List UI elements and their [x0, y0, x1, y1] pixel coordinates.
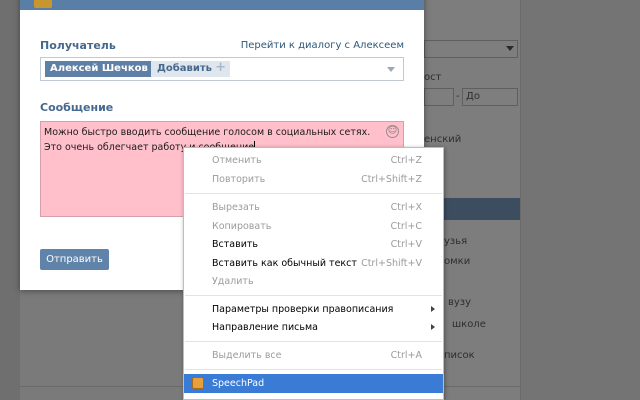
- background-text: школе: [452, 319, 486, 330]
- menu-item-shortcut: Ctrl+X: [390, 202, 422, 213]
- menu-item-label: Параметры проверки правописания: [212, 304, 394, 315]
- background-text: узья: [444, 236, 468, 247]
- recipient-chip-label: Алексей Шечков: [50, 63, 148, 74]
- menu-item-select-all[interactable]: Выделить все Ctrl+A: [184, 346, 443, 365]
- menu-separator: [185, 341, 442, 342]
- background-text: ост: [424, 72, 442, 83]
- menu-item-paste[interactable]: Вставить Ctrl+V: [184, 235, 443, 254]
- background-select-from: [424, 88, 454, 106]
- menu-item-undo[interactable]: Отменить Ctrl+Z: [184, 151, 443, 170]
- avatar: [34, 0, 52, 8]
- chevron-down-icon: [506, 46, 514, 51]
- chevron-right-icon: [431, 306, 435, 312]
- menu-item-paste-plain[interactable]: Вставить как обычный текст Ctrl+Shift+V: [184, 254, 443, 273]
- menu-item-label: Повторить: [212, 174, 266, 185]
- background-right-strip: [520, 0, 640, 400]
- menu-item-redo[interactable]: Повторить Ctrl+Shift+Z: [184, 170, 443, 189]
- message-label: Сообщение: [40, 101, 114, 114]
- smiley-icon[interactable]: ☺: [386, 125, 399, 138]
- menu-item-cut[interactable]: Вырезать Ctrl+X: [184, 198, 443, 217]
- menu-item-speechpad[interactable]: SpeechPad: [184, 374, 443, 393]
- go-to-dialog-link[interactable]: Перейти к диалогу с Алексеем: [241, 40, 404, 51]
- menu-item-spellcheck[interactable]: Параметры проверки правописания: [184, 300, 443, 319]
- menu-item-label: Выделить все: [212, 350, 282, 361]
- speechpad-icon: [192, 377, 204, 389]
- menu-item-shortcut: Ctrl+V: [390, 239, 422, 250]
- menu-item-label: Вырезать: [212, 202, 260, 213]
- menu-item-shortcut: Ctrl+C: [390, 221, 423, 232]
- menu-item-label: Вставить: [212, 239, 259, 250]
- background-select-to: До: [462, 88, 518, 106]
- background-text: енский: [424, 134, 462, 145]
- recipient-chip[interactable]: Алексей Шечков ×: [45, 61, 166, 77]
- add-recipient-label: Добавить: [157, 63, 212, 74]
- background-text: писок: [444, 350, 475, 361]
- menu-item-label: Удалить: [212, 276, 254, 287]
- plus-icon: +: [215, 60, 226, 75]
- menu-item-label: Вставить как обычный текст: [212, 258, 357, 269]
- menu-item-writing-direction[interactable]: Направление письма: [184, 318, 443, 337]
- chevron-down-icon[interactable]: [387, 67, 395, 72]
- menu-separator: [185, 369, 442, 370]
- background-text: омки: [444, 256, 471, 267]
- send-button[interactable]: Отправить: [40, 249, 109, 270]
- menu-item-copy[interactable]: Копировать Ctrl+C: [184, 217, 443, 236]
- menu-item-shortcut: Ctrl+Shift+Z: [361, 174, 422, 185]
- recipient-field[interactable]: Алексей Шечков × Добавить +: [40, 57, 404, 81]
- background-text: вузу: [448, 297, 472, 308]
- menu-item-shortcut: Ctrl+Shift+V: [361, 258, 422, 269]
- recipient-label: Получатель: [40, 39, 116, 52]
- menu-separator: [185, 193, 442, 194]
- menu-item-label: SpeechPad: [212, 378, 265, 389]
- menu-item-shortcut: Ctrl+Z: [390, 155, 422, 166]
- menu-item-label: Копировать: [212, 221, 272, 232]
- context-menu: Отменить Ctrl+Z Повторить Ctrl+Shift+Z В…: [183, 147, 444, 400]
- background-select: [424, 40, 518, 58]
- background-text: -: [456, 91, 460, 102]
- background-divider: [520, 0, 521, 400]
- chevron-right-icon: [431, 324, 435, 330]
- menu-item-shortcut: Ctrl+A: [390, 350, 422, 361]
- add-recipient-button[interactable]: Добавить +: [151, 60, 230, 77]
- menu-separator: [185, 295, 442, 296]
- menu-item-label: Направление письма: [212, 322, 318, 333]
- menu-item-delete[interactable]: Удалить: [184, 272, 443, 291]
- dialog-header: [20, 0, 424, 10]
- menu-item-label: Отменить: [212, 155, 262, 166]
